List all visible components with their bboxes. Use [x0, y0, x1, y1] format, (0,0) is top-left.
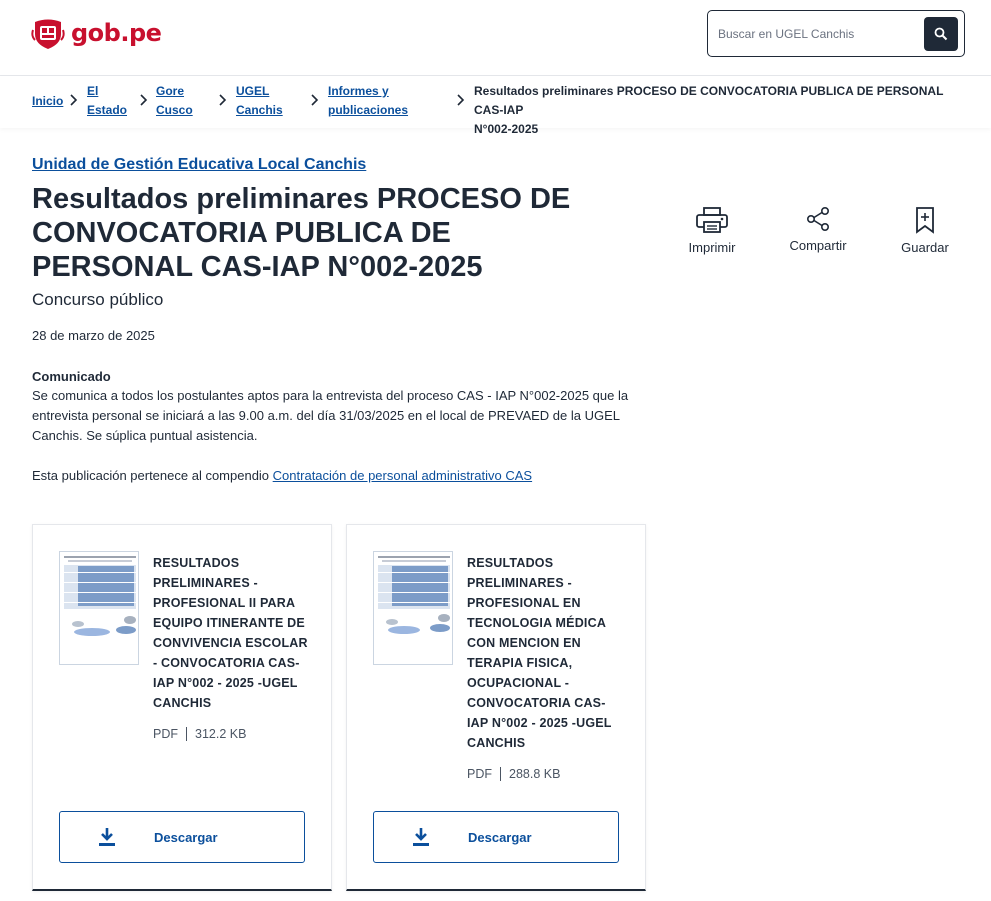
download-icon: [99, 828, 115, 846]
breadcrumb-line: publicaciones: [328, 103, 409, 117]
compendio-link[interactable]: Contratación de personal administrativo …: [273, 468, 532, 483]
chevron-right-icon: [219, 94, 227, 106]
breadcrumb-gore-cusco[interactable]: Gore Cusco: [156, 82, 193, 120]
breadcrumb-line: Gore: [156, 84, 185, 98]
comunicado-heading: Comunicado: [32, 369, 111, 384]
document-meta: PDF 312.2 KB: [153, 727, 246, 741]
document-card: RESULTADOS PRELIMINARES - PROFESIONAL EN…: [346, 524, 646, 891]
download-icon: [413, 828, 429, 846]
document-title[interactable]: RESULTADOS PRELIMINARES - PROFESIONAL EN…: [467, 553, 623, 753]
download-button[interactable]: Descargar: [59, 811, 305, 863]
printer-icon: [696, 207, 728, 233]
document-meta: PDF 288.8 KB: [467, 767, 560, 781]
chevron-right-icon: [457, 94, 465, 106]
chevron-right-icon: [70, 94, 78, 106]
print-label: Imprimir: [688, 240, 736, 255]
document-thumbnail[interactable]: [59, 551, 139, 665]
agency-link[interactable]: Unidad de Gestión Educativa Local Canchi…: [32, 156, 366, 174]
breadcrumb-line: Canchis: [236, 103, 283, 117]
save-button[interactable]: Guardar: [890, 206, 960, 255]
share-label: Compartir: [789, 238, 847, 253]
document-size: 288.8 KB: [509, 767, 561, 781]
breadcrumb-informes[interactable]: Informes y publicaciones: [328, 82, 408, 120]
breadcrumb: Inicio El Estado Gore Cusco UGEL Canchis…: [0, 76, 991, 136]
peru-shield-icon: [31, 19, 65, 49]
search-icon: [934, 27, 948, 41]
bookmark-icon: [916, 207, 934, 234]
breadcrumb-el-estado[interactable]: El Estado: [87, 82, 127, 120]
breadcrumb-line: UGEL: [236, 84, 270, 98]
breadcrumb-line: Resultados preliminares PROCESO DE CONVO…: [474, 84, 944, 117]
document-card: RESULTADOS PRELIMINARES - PROFESIONAL II…: [32, 524, 332, 891]
chevron-right-icon: [311, 94, 319, 106]
compendio-note: Esta publicación pertenece al compendio …: [32, 468, 532, 483]
document-thumbnail[interactable]: [373, 551, 453, 665]
site-header: gob.pe: [0, 0, 991, 76]
comunicado-body: Se comunica a todos los postulantes apto…: [32, 388, 629, 443]
breadcrumb-line: Cusco: [156, 103, 193, 117]
document-format: PDF: [153, 727, 178, 741]
breadcrumb-current: Resultados preliminares PROCESO DE CONVO…: [474, 82, 974, 139]
breadcrumb-line: El: [87, 84, 99, 98]
page-title: Resultados preliminares PROCESO DE CONVO…: [32, 183, 571, 283]
chevron-right-icon: [140, 94, 148, 106]
meta-divider: [500, 767, 501, 781]
save-label: Guardar: [901, 240, 949, 255]
download-button[interactable]: Descargar: [373, 811, 619, 863]
breadcrumb-ugel-canchis[interactable]: UGEL Canchis: [236, 82, 283, 120]
search-button[interactable]: [924, 17, 958, 51]
share-button[interactable]: Compartir: [783, 206, 853, 253]
compendio-prefix: Esta publicación pertenece al compendio: [32, 468, 270, 483]
pdf-preview-icon: [60, 552, 138, 664]
search-input[interactable]: [718, 23, 918, 45]
search-box: [707, 10, 965, 57]
pdf-preview-icon: [374, 552, 452, 664]
download-label: Descargar: [154, 829, 218, 845]
share-icon: [806, 206, 829, 231]
document-title[interactable]: RESULTADOS PRELIMINARES - PROFESIONAL II…: [153, 553, 309, 713]
breadcrumb-line: Estado: [87, 103, 128, 117]
download-label: Descargar: [468, 829, 532, 845]
document-size: 312.2 KB: [195, 727, 247, 741]
page-subtitle: Concurso público: [32, 290, 164, 309]
document-format: PDF: [467, 767, 492, 781]
breadcrumb-line: N°002-2025: [474, 122, 539, 136]
gob-pe-logo[interactable]: gob.pe: [31, 16, 162, 50]
logo-text: gob.pe: [71, 19, 162, 47]
print-button[interactable]: Imprimir: [677, 206, 747, 255]
meta-divider: [186, 727, 187, 741]
breadcrumb-line: Informes y: [328, 84, 389, 98]
publication-date: 28 de marzo de 2025: [32, 328, 155, 343]
breadcrumb-inicio[interactable]: Inicio: [32, 92, 63, 111]
